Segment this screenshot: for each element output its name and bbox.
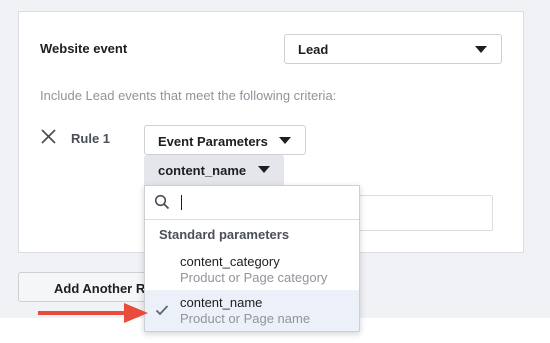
list-item[interactable]: content_category Product or Page categor… [145,249,359,290]
option-name: content_category [180,254,280,269]
add-another-rule-label: Add Another R [54,281,146,296]
check-icon [155,305,169,316]
chevron-down-icon [279,137,291,144]
website-event-value: Lead [298,42,329,57]
dropdown-search-row [145,186,359,220]
search-icon [154,194,170,210]
event-parameters-label: Event Parameters [158,134,268,149]
add-another-rule-button[interactable]: Add Another R [18,272,158,302]
event-parameters-button[interactable]: Event Parameters [144,125,306,155]
rule-label: Rule 1 [71,131,111,146]
parameter-dropdown: Standard parameters content_category Pro… [144,185,360,332]
standard-parameters-header: Standard parameters [159,227,290,242]
website-event-select[interactable]: Lead [284,34,502,64]
website-event-label: Website event [40,41,128,56]
option-description: Product or Page name [180,311,311,326]
option-name: content_name [180,295,263,310]
chevron-down-icon [475,46,487,53]
chevron-down-icon [258,166,270,173]
list-item-selected[interactable]: content_name Product or Page name [145,290,359,331]
text-cursor [181,195,182,210]
close-icon[interactable] [40,128,57,145]
arrow-icon [38,303,148,323]
option-description: Product or Page category [180,270,328,285]
criteria-description: Include Lead events that meet the follow… [40,88,337,103]
parameter-select-button[interactable]: content_name [144,155,284,185]
parameter-select-value: content_name [158,163,247,178]
dropdown-search-input[interactable] [179,192,349,212]
